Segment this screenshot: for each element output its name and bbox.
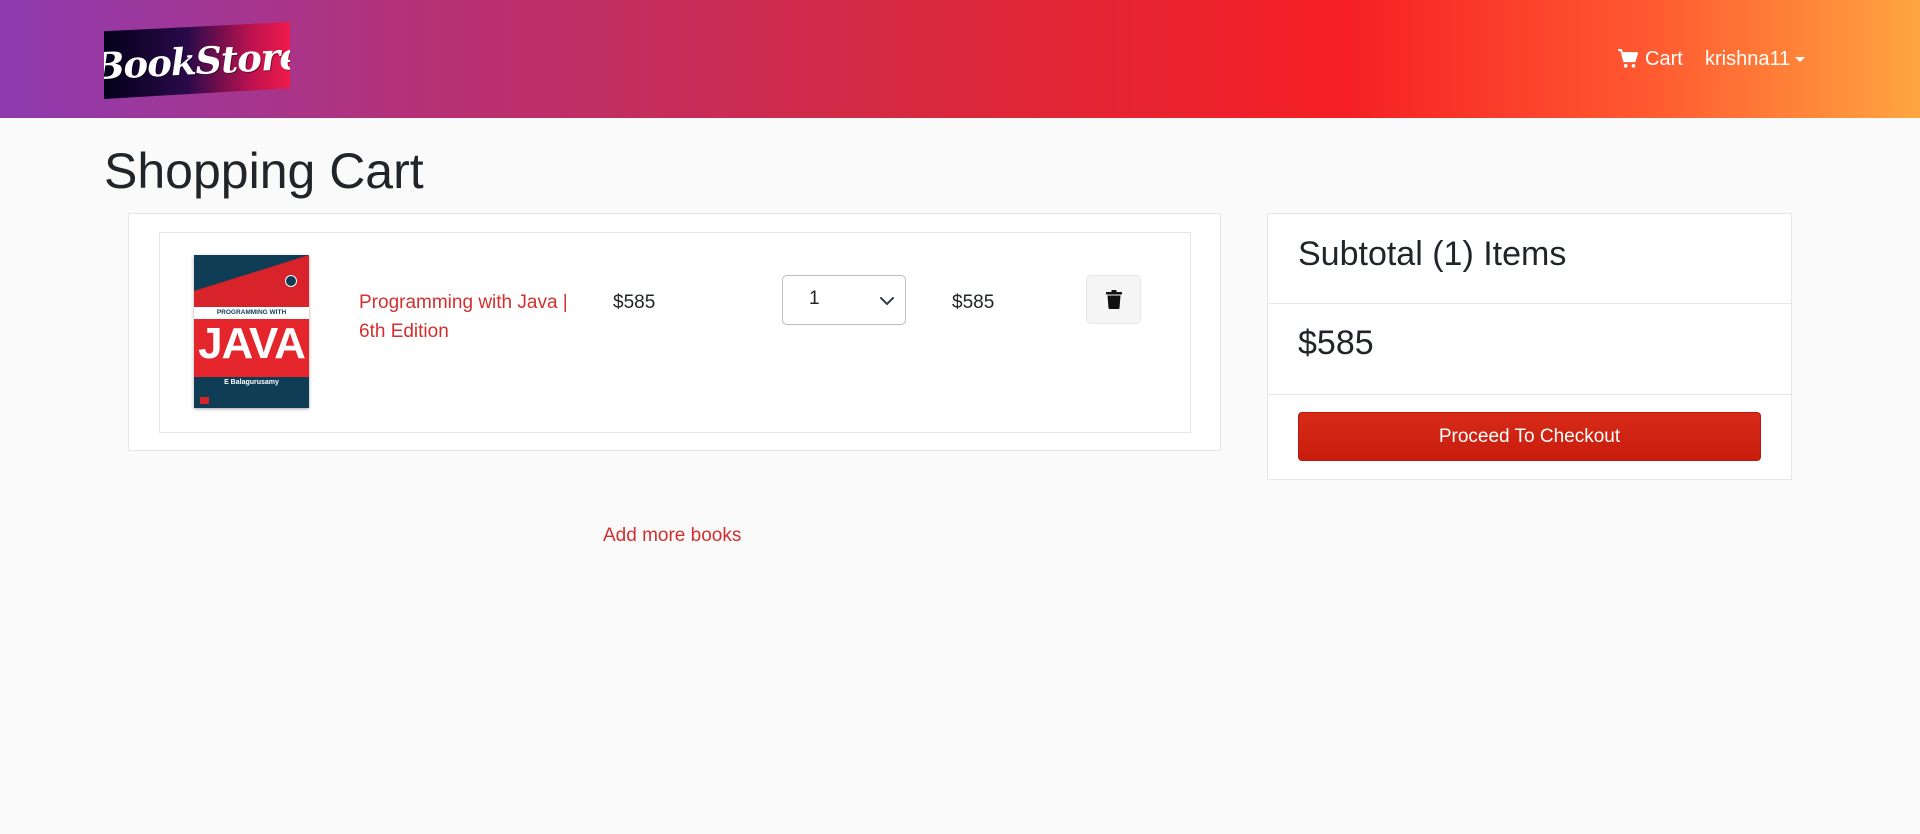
remove-item-button[interactable] [1086,275,1141,324]
summary-heading-row: Subtotal (1) Items [1268,214,1791,304]
cover-author: E Balagurusamy [224,379,279,386]
cover-title: JAVA [198,319,306,368]
user-menu-toggle[interactable]: krishna11 [1705,44,1806,74]
chevron-down-icon [880,297,894,305]
trash-icon [1105,290,1122,309]
cover-subtitle: PROGRAMMING WITH [216,309,287,316]
add-more-books-link[interactable]: Add more books [603,525,741,547]
page-title: Shopping Cart [104,143,424,199]
item-line-total: $585 [952,292,995,313]
subtotal-amount: $585 [1298,324,1374,362]
summary-amount-row: $585 [1268,304,1791,395]
brand-logo[interactable]: BookStore [104,22,290,99]
book-cover-image: PROGRAMMING WITH JAVA E Balagurusamy [194,255,309,408]
shopping-cart-icon [1618,49,1638,68]
quantity-select[interactable]: 1 [782,275,906,325]
caret-down-icon [1795,56,1806,62]
subtotal-heading: Subtotal (1) Items [1298,235,1567,273]
quantity-value: 1 [809,288,820,309]
cart-item-card [159,232,1191,433]
item-unit-price: $585 [613,292,656,313]
user-name: krishna11 [1705,47,1791,70]
cart-nav-link[interactable]: Cart [1617,44,1683,74]
cart-nav-label: Cart [1645,47,1683,70]
proceed-to-checkout-button[interactable]: Proceed To Checkout [1298,412,1761,461]
item-title-link[interactable]: Programming with Java | 6th Edition [359,288,579,346]
brand-text: BookStore [91,33,303,88]
